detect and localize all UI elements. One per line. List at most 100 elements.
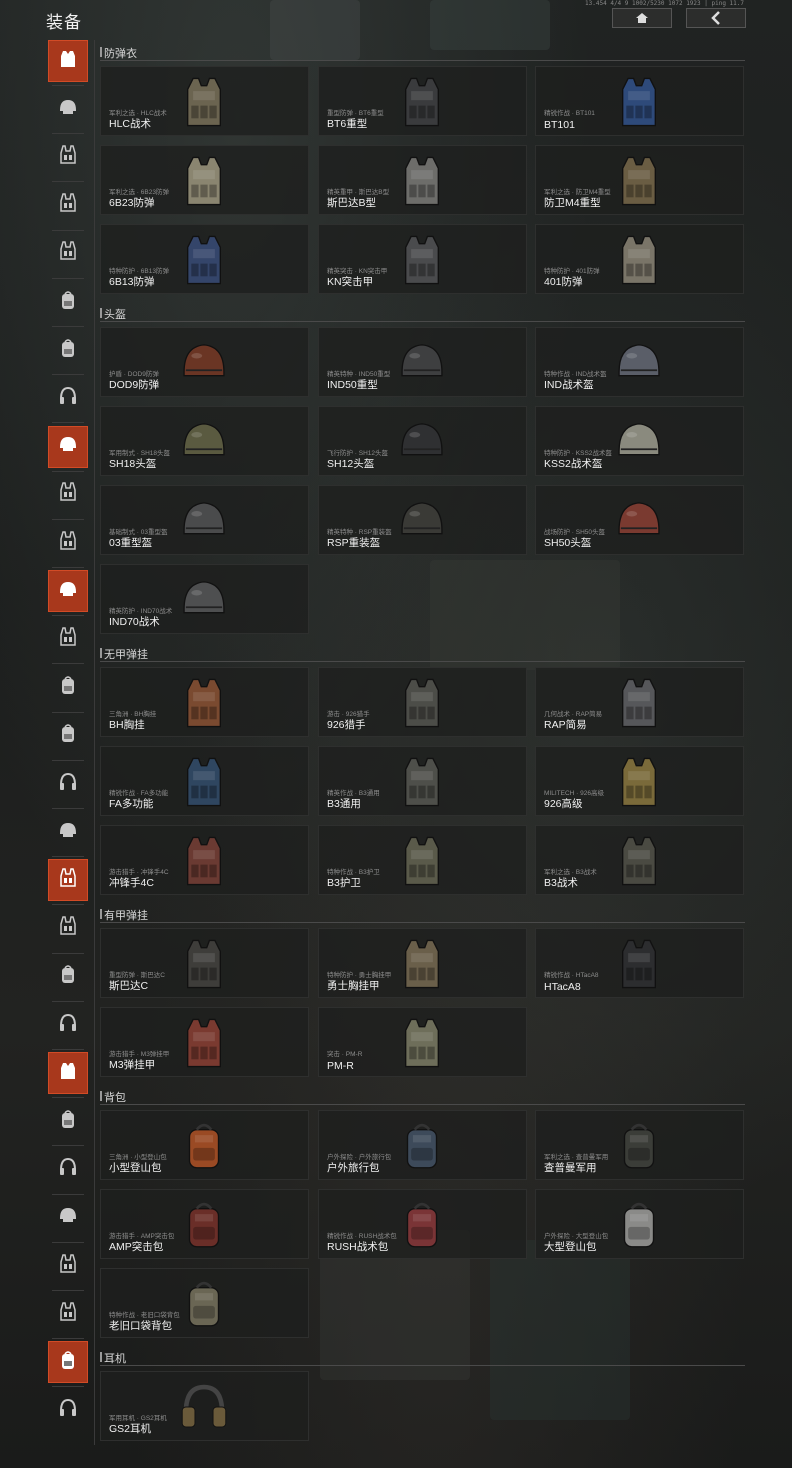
sidebar-item[interactable] <box>48 715 88 757</box>
sidebar-item[interactable] <box>48 1100 88 1142</box>
sidebar-item[interactable] <box>48 185 88 227</box>
equipment-card[interactable]: 游击 · 926猎手 926猎手 <box>318 667 527 737</box>
sidebar-separator <box>52 663 84 665</box>
equipment-card[interactable]: 精英突击 · KN突击甲 KN突击甲 <box>318 224 527 294</box>
item-name: IND战术盔 <box>544 379 594 391</box>
equipment-card[interactable]: 精英作战 · B3通用 B3通用 <box>318 746 527 816</box>
equipment-card[interactable]: 精英特种 · RSP重装盔 RSP重装盔 <box>318 485 527 555</box>
equipment-card[interactable]: 战场防护 · SH50头盔 SH50头盔 <box>535 485 744 555</box>
equipment-card[interactable]: 特种作战 · 老旧口袋背包 老旧口袋背包 <box>100 1268 309 1338</box>
section-title: 有甲弹挂 <box>104 910 148 922</box>
equipment-card[interactable]: 特种防护 · 401防弹 401防弹 <box>535 224 744 294</box>
sidebar-item[interactable] <box>48 136 88 178</box>
helmet-icon <box>57 1204 79 1231</box>
sidebar-item[interactable] <box>48 425 88 468</box>
sidebar-item[interactable] <box>48 40 88 82</box>
equipment-card[interactable]: 特种防护 · 勇士胸挂甲 勇士胸挂甲 <box>318 928 527 998</box>
equipment-card[interactable]: 基础制式 · 03重型盔 03重型盔 <box>100 485 309 555</box>
equipment-card[interactable]: 游击猎手 · 冲锋手4C 冲锋手4C <box>100 825 309 895</box>
sidebar-item[interactable] <box>48 1197 88 1239</box>
sidebar-item[interactable] <box>48 618 88 660</box>
rig-icon <box>57 1253 79 1280</box>
sidebar-item[interactable] <box>48 570 88 613</box>
equipment-card[interactable]: 户外探险 · 户外旅行包 户外旅行包 <box>318 1110 527 1180</box>
back-button[interactable] <box>686 8 746 28</box>
headset-image <box>175 1378 233 1436</box>
sidebar-item[interactable] <box>48 763 88 805</box>
item-name: 斯巴达B型 <box>327 197 377 209</box>
equipment-card[interactable]: 精锐作战 · RUSH战术包 RUSH战术包 <box>318 1189 527 1259</box>
equipment-card[interactable]: 特种防护 · KSS2战术盔 KSS2战术盔 <box>535 406 744 476</box>
sidebar-item[interactable] <box>48 811 88 853</box>
equipment-card[interactable]: 重型防弹 · 斯巴达C 斯巴达C <box>100 928 309 998</box>
equipment-card[interactable]: 三角洲 · 小型登山包 小型登山包 <box>100 1110 309 1180</box>
home-button[interactable] <box>612 8 672 28</box>
equipment-card[interactable]: 军利之选 · B3战术 B3战术 <box>535 825 744 895</box>
sidebar-item[interactable] <box>48 474 88 516</box>
sidebar-item[interactable] <box>48 88 88 130</box>
vest-icon <box>57 1060 79 1087</box>
equipment-card[interactable]: 重型防弹 · BT6重型 BT6重型 <box>318 66 527 136</box>
equipment-card[interactable]: 精英特种 · IND50重型 IND50重型 <box>318 327 527 397</box>
backpack-image <box>393 1196 451 1254</box>
equipment-card[interactable]: 特种作战 · B3护卫 B3护卫 <box>318 825 527 895</box>
sidebar-item[interactable] <box>48 1149 88 1191</box>
item-name: SH50头盔 <box>544 537 592 549</box>
sidebar-item[interactable] <box>48 956 88 998</box>
equipment-card[interactable]: MILITECH · 926高级 926高级 <box>535 746 744 816</box>
sidebar-separator <box>52 470 84 472</box>
sidebar-item[interactable] <box>48 1293 88 1335</box>
backpack-icon <box>57 722 79 749</box>
sidebar-item[interactable] <box>48 522 88 564</box>
sidebar-item[interactable] <box>48 1390 88 1432</box>
sidebar-separator <box>52 567 84 568</box>
sidebar-item[interactable] <box>48 667 88 709</box>
sidebar-separator <box>52 904 84 906</box>
equipment-card[interactable]: 特种防护 · 6B13防弹 6B13防弹 <box>100 224 309 294</box>
sidebar-item[interactable] <box>48 859 88 902</box>
equipment-card[interactable]: 几何战术 · RAP简易 RAP简易 <box>535 667 744 737</box>
sidebar-separator <box>52 952 84 954</box>
home-icon <box>636 13 648 23</box>
equipment-card[interactable]: 精英防护 · IND70战术 IND70战术 <box>100 564 309 634</box>
equipment-card[interactable]: 军利之选 · 查普曼军用 查普曼军用 <box>535 1110 744 1180</box>
equipment-card[interactable]: 护盾 · DOD9防弹 DOD9防弹 <box>100 327 309 397</box>
rig-icon <box>57 530 79 557</box>
sidebar-item[interactable] <box>48 1245 88 1287</box>
sidebar-item[interactable] <box>48 281 88 323</box>
equipment-card[interactable]: 游击猎手 · AMP突击包 AMP突击包 <box>100 1189 309 1259</box>
sidebar-item[interactable] <box>48 233 88 275</box>
sidebar-item[interactable] <box>48 1004 88 1046</box>
equipment-card[interactable]: 军用耳机 · GS2耳机 GS2耳机 <box>100 1371 309 1441</box>
equipment-card[interactable]: 军利之选 · 6B23防弹 6B23防弹 <box>100 145 309 215</box>
equipment-card[interactable]: 户外探险 · 大型登山包 大型登山包 <box>535 1189 744 1259</box>
sidebar-item[interactable] <box>48 1052 88 1095</box>
equipment-card[interactable]: 突击 · PM-R PM-R <box>318 1007 527 1077</box>
equipment-card[interactable]: 军利之选 · 防卫M4重型 防卫M4重型 <box>535 145 744 215</box>
sidebar-separator <box>52 856 84 858</box>
item-name: DOD9防弹 <box>109 379 160 391</box>
sidebar-separator <box>52 808 84 809</box>
equipment-card[interactable]: 精英重甲 · 斯巴达B型 斯巴达B型 <box>318 145 527 215</box>
backpack-icon <box>57 1349 79 1376</box>
equipment-card[interactable]: 精锐作战 · HTacA8 HTacA8 <box>535 928 744 998</box>
section-header: 防弹衣 <box>100 44 745 61</box>
rig-icon <box>57 240 79 267</box>
sidebar-item[interactable] <box>48 329 88 371</box>
equipment-card[interactable]: 三角洲 · BH胸挂 BH胸挂 <box>100 667 309 737</box>
equipment-card[interactable]: 飞行防护 · SH12头盔 SH12头盔 <box>318 406 527 476</box>
sidebar-item[interactable] <box>48 1341 88 1384</box>
section-header: 头盔 <box>100 305 745 322</box>
equipment-card[interactable]: 军用制式 · SH18头盔 SH18头盔 <box>100 406 309 476</box>
item-name: 老旧口袋背包 <box>109 1320 172 1332</box>
sidebar-item[interactable] <box>48 908 88 950</box>
equipment-card[interactable]: 军利之选 · HLC战术 HLC战术 <box>100 66 309 136</box>
item-name: IND70战术 <box>109 616 160 628</box>
vest-image <box>610 73 668 131</box>
equipment-card[interactable]: 精锐作战 · BT101 BT101 <box>535 66 744 136</box>
equipment-card[interactable]: 精锐作战 · FA多功能 FA多功能 <box>100 746 309 816</box>
sidebar-item[interactable] <box>48 377 88 419</box>
helmet-icon <box>57 96 79 123</box>
equipment-card[interactable]: 特种作战 · IND战术盔 IND战术盔 <box>535 327 744 397</box>
equipment-card[interactable]: 游击猎手 · M3弹挂甲 M3弹挂甲 <box>100 1007 309 1077</box>
